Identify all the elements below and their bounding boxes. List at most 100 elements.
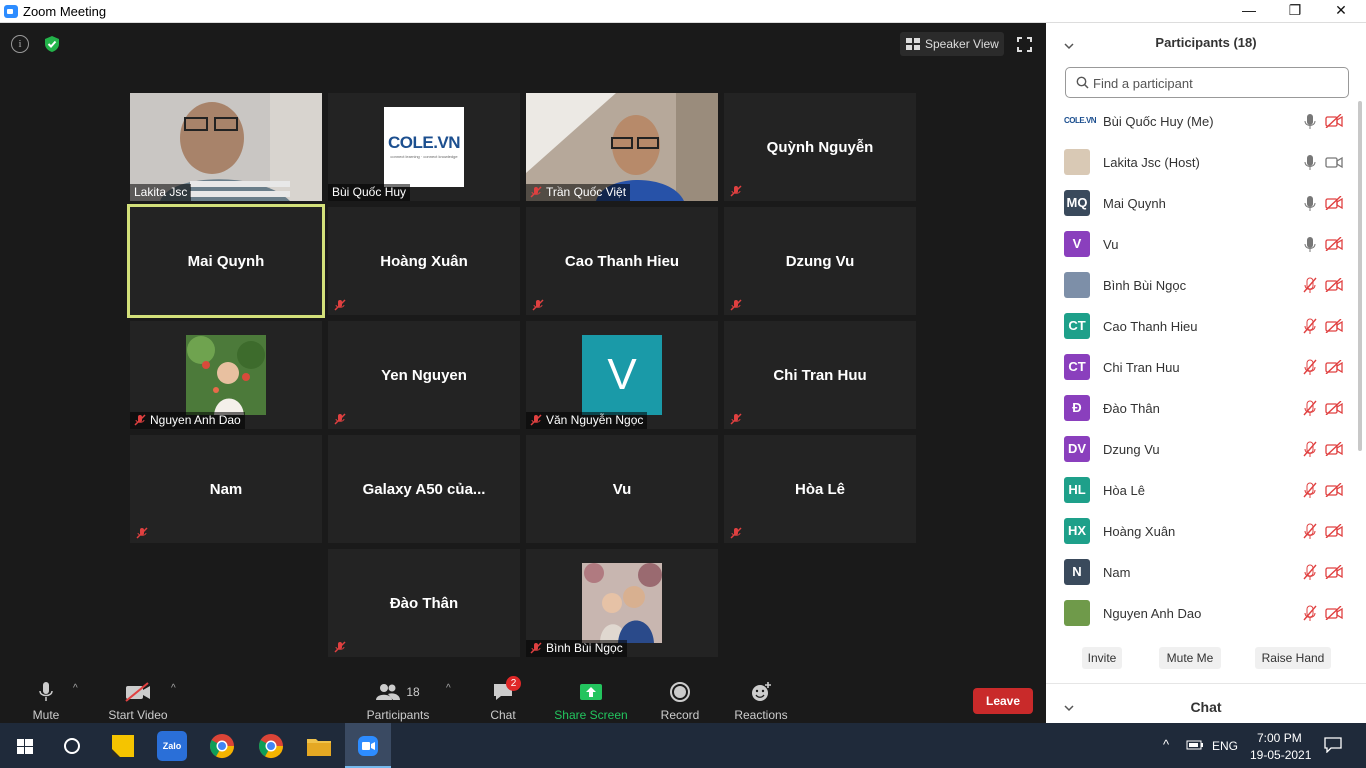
notification-icon[interactable] bbox=[1324, 737, 1342, 753]
participant-row[interactable]: N Nam bbox=[1046, 552, 1356, 593]
video-off-icon[interactable] bbox=[1325, 442, 1343, 456]
participants-button[interactable]: 18 Participants bbox=[363, 681, 433, 722]
video-tile[interactable]: Quỳnh Nguyễn bbox=[724, 93, 916, 201]
share-screen-label: Share Screen bbox=[554, 708, 628, 722]
video-tile[interactable]: Đào Thân bbox=[328, 549, 520, 657]
mute-button[interactable]: Mute bbox=[26, 681, 66, 722]
muted-mic-icon[interactable] bbox=[1303, 523, 1317, 539]
file-explorer-icon[interactable] bbox=[304, 731, 334, 761]
chrome-profile-icon[interactable] bbox=[256, 731, 286, 761]
muted-mic-icon[interactable] bbox=[1303, 605, 1317, 621]
muted-mic-icon[interactable] bbox=[1303, 277, 1317, 293]
microphone-icon[interactable] bbox=[1303, 195, 1317, 211]
participant-row[interactable]: Đ Đào Thân bbox=[1046, 388, 1356, 429]
video-tile[interactable]: Galaxy A50 của... bbox=[328, 435, 520, 543]
zoom-taskbar-button[interactable] bbox=[345, 723, 391, 768]
participant-row[interactable]: Lakita Jsc (Host) bbox=[1046, 142, 1356, 183]
participant-row[interactable]: COLE.VN Bùi Quốc Huy (Me) bbox=[1046, 101, 1356, 142]
sticky-notes-icon[interactable] bbox=[108, 731, 138, 761]
video-tile[interactable]: Dzung Vu bbox=[724, 207, 916, 315]
video-tile[interactable]: Trần Quốc Việt bbox=[526, 93, 718, 201]
video-tile[interactable]: Yen Nguyen bbox=[328, 321, 520, 429]
search-input[interactable] bbox=[1093, 73, 1333, 93]
muted-mic-icon[interactable] bbox=[1303, 441, 1317, 457]
video-off-icon[interactable] bbox=[1325, 114, 1343, 128]
video-tile[interactable]: Lakita Jsc bbox=[130, 93, 322, 201]
minimize-button[interactable]: — bbox=[1226, 0, 1272, 23]
zalo-app-icon[interactable]: Zalo bbox=[157, 731, 187, 761]
windows-start-icon[interactable] bbox=[10, 731, 40, 761]
chat-button[interactable]: 2 Chat bbox=[485, 676, 521, 722]
leave-button[interactable]: Leave bbox=[973, 688, 1033, 714]
microphone-icon[interactable] bbox=[1303, 113, 1317, 129]
grid-view-icon bbox=[906, 38, 920, 50]
participant-row[interactable]: DV Dzung Vu bbox=[1046, 429, 1356, 470]
reactions-button[interactable]: Reactions bbox=[733, 681, 789, 722]
meeting-info-icon[interactable]: i bbox=[11, 35, 29, 53]
video-off-icon[interactable] bbox=[1325, 196, 1343, 210]
raise-hand-button[interactable]: Raise Hand bbox=[1255, 647, 1331, 669]
participant-list-scrollbar[interactable] bbox=[1358, 101, 1362, 451]
muted-mic-icon[interactable] bbox=[1303, 359, 1317, 375]
video-off-icon[interactable] bbox=[1325, 237, 1343, 251]
video-off-icon[interactable] bbox=[1325, 401, 1343, 415]
muted-mic-icon[interactable] bbox=[1303, 400, 1317, 416]
share-screen-button[interactable]: Share Screen bbox=[554, 681, 628, 722]
show-hidden-icons-caret[interactable]: ^ bbox=[1163, 737, 1169, 752]
video-camera-icon[interactable] bbox=[1325, 155, 1343, 169]
video-off-icon[interactable] bbox=[1325, 606, 1343, 620]
invite-button[interactable]: Invite bbox=[1082, 647, 1122, 669]
video-tile[interactable]: COLE.VN connect learning · connect knowl… bbox=[328, 93, 520, 201]
encryption-shield-icon[interactable] bbox=[43, 35, 61, 53]
maximize-button[interactable]: ❐ bbox=[1272, 0, 1318, 23]
video-tile[interactable]: Chi Tran Huu bbox=[724, 321, 916, 429]
participant-row[interactable]: V Vu bbox=[1046, 224, 1356, 265]
video-off-icon[interactable] bbox=[1325, 565, 1343, 579]
video-tile[interactable]: Nguyen Anh Dao bbox=[130, 321, 322, 429]
muted-mic-icon bbox=[730, 299, 742, 311]
video-off-icon[interactable] bbox=[1325, 278, 1343, 292]
video-tile[interactable]: Nam bbox=[130, 435, 322, 543]
video-tile[interactable]: Hòa Lê bbox=[724, 435, 916, 543]
speaker-view-button[interactable]: Speaker View bbox=[900, 32, 1004, 56]
participant-row[interactable]: Nguyen Anh Dao bbox=[1046, 593, 1356, 634]
battery-network-icon[interactable] bbox=[1186, 738, 1204, 752]
participants-options-caret[interactable]: ^ bbox=[446, 683, 451, 694]
video-off-icon[interactable] bbox=[1325, 319, 1343, 333]
mute-options-caret[interactable]: ^ bbox=[73, 683, 78, 694]
muted-mic-icon[interactable] bbox=[1303, 564, 1317, 580]
video-off-icon[interactable] bbox=[1325, 483, 1343, 497]
video-off-icon[interactable] bbox=[1325, 524, 1343, 538]
muted-mic-icon[interactable] bbox=[1303, 318, 1317, 334]
chrome-icon[interactable] bbox=[207, 731, 237, 761]
microphone-icon[interactable] bbox=[1303, 154, 1317, 170]
participant-row[interactable]: HX Hoàng Xuân bbox=[1046, 511, 1356, 552]
close-window-button[interactable]: ✕ bbox=[1318, 0, 1364, 23]
participant-row[interactable]: Bình Bùi Ngọc bbox=[1046, 265, 1356, 306]
video-tile[interactable]: V Văn Nguyễn Ngọc bbox=[526, 321, 718, 429]
video-options-caret[interactable]: ^ bbox=[171, 683, 176, 694]
active-speaker-tile[interactable]: Mai Quynh bbox=[127, 204, 325, 318]
participant-row[interactable]: CT Cao Thanh Hieu bbox=[1046, 306, 1356, 347]
video-tile[interactable]: Hoàng Xuân bbox=[328, 207, 520, 315]
clock-date[interactable]: 19-05-2021 bbox=[1250, 748, 1311, 762]
video-tile[interactable]: Bình Bùi Ngọc bbox=[526, 549, 718, 657]
participant-row[interactable]: HL Hòa Lê bbox=[1046, 470, 1356, 511]
participant-search[interactable] bbox=[1065, 67, 1349, 98]
mute-me-button[interactable]: Mute Me bbox=[1159, 647, 1221, 669]
search-circle-icon[interactable] bbox=[57, 731, 87, 761]
muted-mic-icon[interactable] bbox=[1303, 482, 1317, 498]
clock-time[interactable]: 7:00 PM bbox=[1257, 731, 1302, 745]
participant-row[interactable]: MQ Mai Quynh bbox=[1046, 183, 1356, 224]
video-tile[interactable]: Vu bbox=[526, 435, 718, 543]
video-off-icon[interactable] bbox=[1325, 360, 1343, 374]
language-indicator[interactable]: ENG bbox=[1212, 739, 1238, 753]
microphone-icon[interactable] bbox=[1303, 236, 1317, 252]
start-video-button[interactable]: Start Video bbox=[103, 681, 173, 722]
participant-row[interactable]: CT Chi Tran Huu bbox=[1046, 347, 1356, 388]
participant-name: Lakita Jsc bbox=[130, 184, 192, 201]
record-button[interactable]: Record bbox=[658, 681, 702, 722]
video-tile[interactable]: Cao Thanh Hieu bbox=[526, 207, 718, 315]
fullscreen-icon[interactable] bbox=[1017, 37, 1032, 52]
participant-letter-avatar: V bbox=[582, 335, 662, 415]
